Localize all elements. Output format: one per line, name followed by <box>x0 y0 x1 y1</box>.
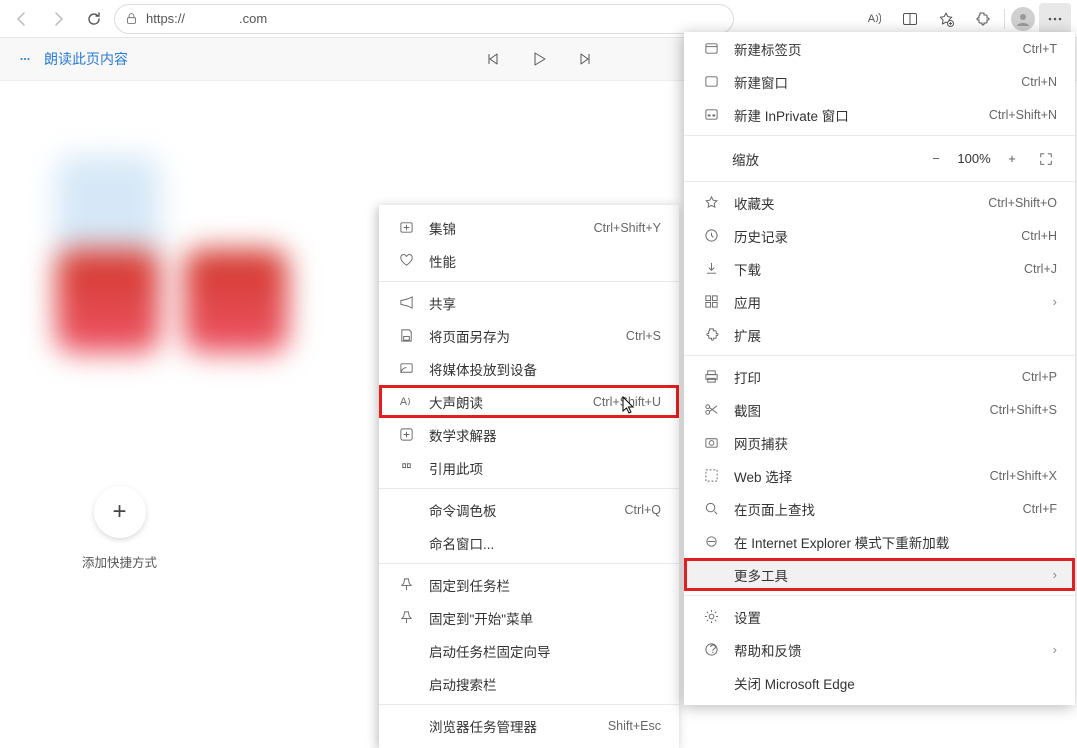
capture-icon <box>702 435 720 450</box>
url-text: https://.com <box>146 11 267 26</box>
download-icon <box>702 261 720 276</box>
submenu-share[interactable]: 共享 <box>379 286 679 319</box>
menu-favorites[interactable]: 收藏夹 Ctrl+Shift+O <box>684 186 1075 219</box>
address-bar[interactable]: https://.com <box>114 4 734 34</box>
submenu-launch-searchbar[interactable]: 启动搜索栏 <box>379 667 679 700</box>
print-icon <box>702 369 720 384</box>
math-icon <box>397 427 415 442</box>
fullscreen-button[interactable] <box>1029 144 1063 174</box>
submenu-save-as[interactable]: 将页面另存为 Ctrl+S <box>379 319 679 352</box>
more-button[interactable] <box>1039 3 1071 35</box>
read-aloud-icon[interactable]: A <box>858 3 890 35</box>
apps-icon <box>702 294 720 309</box>
prev-track-icon[interactable] <box>485 51 501 67</box>
refresh-button[interactable] <box>78 3 110 35</box>
submenu-read-aloud[interactable]: A 大声朗读 Ctrl+Shift+U <box>379 385 679 418</box>
menu-close-edge[interactable]: 关闭 Microsoft Edge <box>684 666 1075 699</box>
quote-icon <box>397 460 415 475</box>
profile-avatar[interactable] <box>1011 7 1035 31</box>
submenu-performance[interactable]: 性能 <box>379 244 679 277</box>
menu-ie-mode[interactable]: 在 Internet Explorer 模式下重新加载 <box>684 525 1075 558</box>
chevron-right-icon: › <box>1053 567 1057 582</box>
favorites-icon[interactable] <box>930 3 962 35</box>
submenu-pin-start[interactable]: 固定到"开始"菜单 <box>379 601 679 634</box>
menu-web-capture[interactable]: 网页捕获 <box>684 426 1075 459</box>
svg-text:A: A <box>867 13 875 25</box>
menu-apps[interactable]: 应用 › <box>684 285 1075 318</box>
history-icon <box>702 228 720 243</box>
reader-dots-icon <box>18 52 32 66</box>
extensions-icon[interactable] <box>966 3 998 35</box>
help-icon: ? <box>702 642 720 657</box>
menu-zoom: 缩放 − 100% + <box>684 140 1075 177</box>
submenu-taskbar-wizard[interactable]: 启动任务栏固定向导 <box>379 634 679 667</box>
cast-icon <box>397 361 415 376</box>
menu-help[interactable]: ? 帮助和反馈 › <box>684 633 1075 666</box>
submenu-command-palette[interactable]: 命令调色板 Ctrl+Q <box>379 493 679 526</box>
menu-more-tools[interactable]: 更多工具 › <box>684 558 1075 591</box>
menu-settings[interactable]: 设置 <box>684 600 1075 633</box>
submenu-cite[interactable]: 引用此项 <box>379 451 679 484</box>
search-icon <box>702 501 720 516</box>
menu-new-window[interactable]: 新建窗口 Ctrl+N <box>684 65 1075 98</box>
pin-icon <box>397 577 415 592</box>
chevron-right-icon: › <box>1053 294 1057 309</box>
scissors-icon <box>702 402 720 417</box>
zoom-out-button[interactable]: − <box>919 144 953 174</box>
collections-icon <box>397 220 415 235</box>
zoom-value: 100% <box>953 151 995 166</box>
inprivate-icon <box>702 107 720 122</box>
ie-icon <box>702 534 720 549</box>
gear-icon <box>702 609 720 624</box>
menu-extensions[interactable]: 扩展 <box>684 318 1075 351</box>
heart-icon <box>397 253 415 268</box>
add-shortcut-button[interactable]: + <box>94 486 146 538</box>
reader-label[interactable]: 朗读此页内容 <box>44 49 128 69</box>
main-menu: 新建标签页 Ctrl+T 新建窗口 Ctrl+N 新建 InPrivate 窗口… <box>684 32 1075 705</box>
submenu-task-manager[interactable]: 浏览器任务管理器 Shift+Esc <box>379 709 679 742</box>
submenu-pin-taskbar[interactable]: 固定到任务栏 <box>379 568 679 601</box>
new-window-icon <box>702 74 720 89</box>
share-icon <box>397 295 415 310</box>
read-aloud-icon: A <box>397 394 415 409</box>
puzzle-icon <box>702 327 720 342</box>
chevron-right-icon: › <box>1053 642 1057 657</box>
submenu-math[interactable]: 数学求解器 <box>379 418 679 451</box>
menu-history[interactable]: 历史记录 Ctrl+H <box>684 219 1075 252</box>
lock-icon <box>125 12 138 25</box>
new-tab-icon <box>702 41 720 56</box>
svg-text:?: ? <box>709 642 716 656</box>
menu-screenshot[interactable]: 截图 Ctrl+Shift+S <box>684 393 1075 426</box>
separator <box>1004 9 1005 29</box>
save-icon <box>397 328 415 343</box>
next-track-icon[interactable] <box>577 51 593 67</box>
back-button[interactable] <box>6 3 38 35</box>
submenu-cast[interactable]: 将媒体投放到设备 <box>379 352 679 385</box>
menu-new-tab[interactable]: 新建标签页 Ctrl+T <box>684 32 1075 65</box>
menu-print[interactable]: 打印 Ctrl+P <box>684 360 1075 393</box>
svg-text:A: A <box>399 396 407 408</box>
zoom-in-button[interactable]: + <box>995 144 1029 174</box>
submenu-name-window[interactable]: 命名窗口... <box>379 526 679 559</box>
more-tools-submenu: 集锦 Ctrl+Shift+Y 性能 共享 将页面另存为 Ctrl+S 将媒体投… <box>379 205 679 748</box>
add-shortcut-label: 添加快捷方式 <box>82 552 157 571</box>
menu-web-select[interactable]: Web 选择 Ctrl+Shift+X <box>684 459 1075 492</box>
select-icon <box>702 468 720 483</box>
menu-find[interactable]: 在页面上查找 Ctrl+F <box>684 492 1075 525</box>
submenu-collections[interactable]: 集锦 Ctrl+Shift+Y <box>379 211 679 244</box>
forward-button[interactable] <box>42 3 74 35</box>
pin-icon <box>397 610 415 625</box>
menu-downloads[interactable]: 下载 Ctrl+J <box>684 252 1075 285</box>
play-icon[interactable] <box>531 51 547 67</box>
menu-new-inprivate[interactable]: 新建 InPrivate 窗口 Ctrl+Shift+N <box>684 98 1075 131</box>
split-screen-icon[interactable] <box>894 3 926 35</box>
star-icon <box>702 195 720 210</box>
